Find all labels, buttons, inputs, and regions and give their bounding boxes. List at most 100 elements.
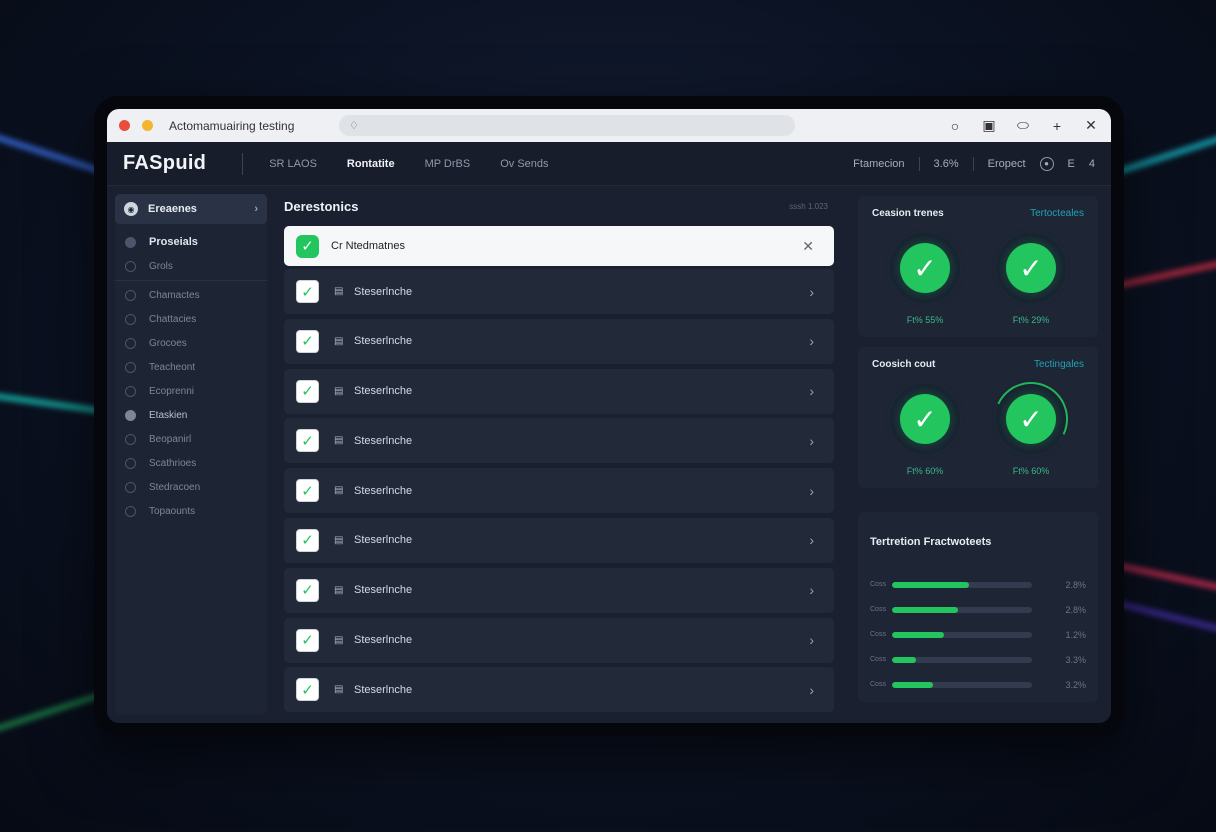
sidebar-item[interactable]: Beopanirl [115, 427, 267, 451]
circle-icon[interactable]: ○ [947, 118, 963, 134]
progress-value: 2.8% [1065, 604, 1086, 615]
test-row[interactable]: ✓ ▤ Steserlnche › [284, 617, 834, 663]
document-icon: ▤ [334, 435, 344, 447]
checkbox-checked[interactable]: ✓ [296, 379, 319, 403]
chevron-right-icon[interactable]: › [809, 532, 822, 548]
test-row[interactable]: ✓ ▤ Steserlnche › [284, 567, 834, 613]
test-row[interactable]: ✓ ▤ Steserlnche › [284, 468, 834, 514]
minimize-window-button[interactable] [142, 120, 153, 131]
progress-label: Coss [870, 581, 886, 588]
test-row[interactable]: ✓ ▤ Steserlnche › [284, 517, 834, 563]
row-label: Steserlnche [354, 534, 413, 547]
chevron-right-icon[interactable]: › [809, 682, 822, 698]
checkbox-checked[interactable]: ✓ [296, 280, 319, 303]
dot-icon [125, 385, 136, 397]
status-gauge: ✓ Ft% 29% [996, 233, 1066, 325]
progress-track [892, 681, 1032, 688]
test-row[interactable]: ✓ ▤ Steserlnche › [284, 667, 834, 713]
check-icon: ✓ [900, 243, 950, 293]
title-bar: Actomamuairing testing ♢ ○ ▣ ⬭ + ✕ [107, 109, 1111, 142]
main-nav: SR LAOS Rontatite MP DrBS Ov Sends [269, 158, 548, 170]
progress-value: 1.2% [1065, 629, 1086, 640]
sidebar-item[interactable]: Etaskien [115, 403, 267, 427]
card-link[interactable]: Tectingales [1034, 359, 1084, 370]
nav-item[interactable]: MP DrBS [425, 158, 471, 170]
sidebar-item[interactable]: Teacheont [115, 355, 267, 379]
app-body: ◉ Ereaenes › Proseials Grols Chamactes C… [107, 186, 1111, 723]
sidebar-item[interactable]: Grols [115, 254, 267, 278]
chevron-right-icon[interactable]: › [809, 333, 822, 349]
panel-title: Derestonics [284, 198, 359, 214]
progress-label: Coss [870, 656, 886, 663]
test-row[interactable]: ✓ ▤ Steserlnche › [284, 318, 834, 364]
header-label[interactable]: Ftamecion [853, 158, 904, 170]
checkbox-checked[interactable]: ✓ [296, 479, 319, 503]
document-icon: ▤ [334, 385, 344, 397]
checkbox-checked[interactable]: ✓ [296, 528, 319, 552]
plus-icon[interactable]: + [1049, 118, 1065, 134]
gauge-value: Ft% 60% [906, 466, 944, 476]
sidebar-item[interactable]: Chattacies [115, 307, 267, 331]
document-icon: ▤ [334, 485, 344, 497]
chevron-right-icon[interactable]: › [809, 582, 822, 598]
close-icon[interactable]: ✕ [1083, 117, 1099, 134]
dot-icon [125, 409, 136, 421]
sidebar-item[interactable]: Stedracoen [115, 475, 267, 499]
test-row[interactable]: ✓ ▤ Steserlnche › [284, 368, 834, 414]
chevron-right-icon[interactable]: › [809, 483, 822, 499]
sidebar-item[interactable]: Proseials [115, 230, 267, 254]
nav-item-active[interactable]: Rontatite [347, 158, 395, 170]
sidebar-item[interactable]: Grocoes [115, 331, 267, 355]
shield-icon[interactable]: ⬭ [1015, 117, 1031, 134]
card-link[interactable]: Tertocteales [1030, 208, 1084, 219]
header-number[interactable]: 4 [1089, 158, 1095, 170]
light-streak [1117, 600, 1216, 636]
test-row[interactable]: ✓ ▤ Steserlnche › [284, 269, 834, 314]
close-window-button[interactable] [119, 120, 130, 131]
sidebar-header[interactable]: ◉ Ereaenes › [115, 194, 267, 224]
progress-fill [892, 581, 969, 588]
light-streak [1116, 257, 1216, 289]
light-streak [0, 690, 108, 736]
checkbox-checked[interactable]: ✓ [296, 678, 319, 702]
address-bar[interactable]: ♢ [339, 115, 795, 136]
progress-title: Tertretion Fractwoteets [870, 536, 992, 548]
row-label: Steserlnche [354, 285, 413, 298]
checkbox-checked[interactable]: ✓ [296, 578, 319, 602]
profile-icon[interactable]: ● [1039, 156, 1054, 171]
light-streak [0, 392, 100, 414]
progress-label: Coss [870, 631, 886, 638]
dot-icon [125, 236, 136, 248]
progress-fill [892, 606, 958, 613]
test-row[interactable]: ✓ ▤ Steserlnche › [284, 418, 834, 464]
header-letter[interactable]: E [1068, 158, 1075, 170]
checkbox-checked[interactable]: ✓ [296, 429, 319, 453]
checkbox-checked[interactable]: ✓ [296, 628, 319, 652]
checkbox-checked[interactable]: ✓ [296, 234, 319, 258]
chevron-right-icon[interactable]: › [809, 632, 822, 648]
sidebar-item[interactable]: Ecoprenni [115, 379, 267, 403]
sidebar-item[interactable]: Chamactes [115, 283, 267, 307]
gauge-value: Ft% 55% [906, 315, 944, 325]
light-streak [1118, 131, 1216, 175]
progress-fill [892, 631, 944, 638]
chevron-right-icon[interactable]: › [809, 383, 822, 399]
row-label: Steserlnche [354, 434, 413, 447]
status-gauge: ✓ Ft% 55% [890, 233, 960, 325]
header-label[interactable]: Eropect [988, 158, 1026, 170]
nav-item[interactable]: Ov Sends [500, 158, 548, 170]
card-title: Ceasion trenes [872, 208, 944, 219]
row-label: Steserlnche [354, 335, 413, 348]
chevron-right-icon[interactable]: › [809, 284, 822, 300]
nav-item[interactable]: SR LAOS [269, 158, 317, 170]
selected-test-row[interactable]: ✓ Cr Ntedmatnes ✕ [284, 226, 834, 266]
square-icon[interactable]: ▣ [981, 117, 997, 134]
app-logo: FASpuid [123, 152, 207, 174]
close-icon[interactable]: ✕ [802, 238, 822, 255]
checkbox-checked[interactable]: ✓ [296, 329, 319, 353]
progress-track [892, 631, 1032, 638]
sidebar-item[interactable]: Scathrioes [115, 451, 267, 475]
progress-bars: Coss 2.8% Coss 2.8% Coss 1.2% Coss 3.3% Coss 3.2% [870, 572, 1086, 697]
sidebar-item[interactable]: Topaounts [115, 499, 267, 523]
chevron-right-icon[interactable]: › [809, 433, 822, 449]
